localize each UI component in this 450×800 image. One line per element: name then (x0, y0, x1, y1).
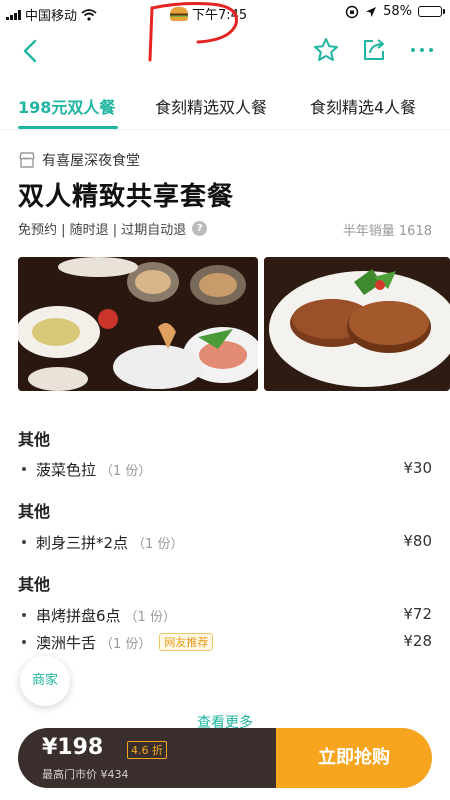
purchase-bar: ¥198 4.6 折 最高门市价 ¥434 立即抢购 (18, 728, 432, 788)
star-icon (314, 38, 338, 61)
menu-item-qty: （1 份） (124, 610, 176, 625)
food-photo-steak (264, 257, 450, 391)
menu-item-name: 澳洲牛舌 (36, 634, 97, 652)
menu-item-name: 刺身三拼*2点 (36, 534, 129, 552)
tab-198-double[interactable]: 198元双人餐 (18, 94, 115, 118)
more-icon (411, 48, 433, 52)
deal-tags-text: 免预约 | 随时退 | 过期自动退 (18, 223, 187, 238)
menu-item-qty: （1 份） (100, 464, 152, 479)
deal-tags: 免预约 | 随时退 | 过期自动退 ? (18, 219, 208, 238)
merchant-button[interactable]: 商家 (20, 656, 70, 706)
menu-item: 菠菜色拉 （1 份） ¥30 (18, 458, 432, 480)
deal-price: ¥198 (42, 735, 104, 760)
menu-item-price: ¥28 (403, 632, 432, 650)
orientation-lock-icon (345, 5, 359, 18)
favorite-button[interactable] (312, 36, 340, 64)
original-price: 最高门市价 ¥434 (42, 768, 129, 781)
nav-bar (0, 26, 450, 78)
location-icon (366, 6, 377, 17)
battery-icon (418, 6, 445, 17)
menu-section-title: 其他 (18, 575, 51, 594)
back-button[interactable] (16, 36, 46, 66)
bullet-icon (22, 640, 26, 644)
menu-item-qty: （1 份） (132, 537, 184, 552)
status-left: 中国移动 (6, 5, 97, 24)
menu-item-price: ¥80 (403, 532, 432, 550)
bullet-icon (22, 467, 26, 471)
menu-item: 串烤拼盘6点 （1 份） ¥72 (18, 604, 432, 626)
menu-item-price: ¥72 (403, 605, 432, 623)
tab-selected-four[interactable]: 食刻精选4人餐 (310, 94, 416, 118)
store-icon (19, 152, 35, 168)
wifi-icon (81, 8, 97, 21)
recommend-badge: 网友推荐 (159, 633, 214, 651)
battery-percent: 58% (383, 4, 412, 19)
deal-title: 双人精致共享套餐 (18, 182, 235, 212)
food-photo-1[interactable] (18, 257, 258, 391)
status-center: 下午7:45 (170, 4, 247, 23)
clock: 下午7:45 (192, 8, 248, 23)
sales-count: 半年销量 1618 (342, 224, 432, 239)
discount-badge: 4.6 折 (127, 741, 167, 759)
price-panel: ¥198 4.6 折 最高门市价 ¥434 (18, 728, 276, 788)
merchant-name: 有喜屋深夜食堂 (42, 153, 140, 169)
food-photo-2[interactable] (264, 257, 450, 391)
burger-icon (170, 6, 188, 21)
share-icon (364, 39, 384, 60)
menu-section-title: 其他 (18, 430, 51, 449)
food-photo-platter (18, 257, 258, 391)
menu-item-name: 菠菜色拉 (36, 461, 97, 479)
bullet-icon (22, 540, 26, 544)
menu-item: 澳洲牛舌 （1 份） 网友推荐 ¥28 (18, 631, 432, 653)
status-right: 58% (345, 4, 445, 19)
tab-selected-double[interactable]: 食刻精选双人餐 (155, 94, 267, 118)
nav-actions (312, 36, 436, 64)
more-button[interactable] (408, 36, 436, 64)
signal-icon (6, 9, 21, 20)
menu-item-name: 串烤拼盘6点 (36, 607, 121, 625)
status-bar: 中国移动 下午7:45 58% (0, 0, 450, 26)
tab-active-indicator (18, 126, 118, 129)
merchant-link[interactable]: 有喜屋深夜食堂 (18, 150, 140, 170)
bullet-icon (22, 613, 26, 617)
menu-item: 刺身三拼*2点 （1 份） ¥80 (18, 531, 432, 553)
buy-now-button[interactable]: 立即抢购 (276, 728, 432, 788)
share-button[interactable] (360, 36, 388, 64)
menu-item-qty: （1 份） (100, 637, 152, 652)
carrier-label: 中国移动 (25, 9, 78, 24)
tab-bar: 198元双人餐 食刻精选双人餐 食刻精选4人餐 (0, 80, 450, 130)
help-icon[interactable]: ? (192, 221, 208, 236)
menu-item-price: ¥30 (403, 459, 432, 477)
menu-section-title: 其他 (18, 502, 51, 521)
